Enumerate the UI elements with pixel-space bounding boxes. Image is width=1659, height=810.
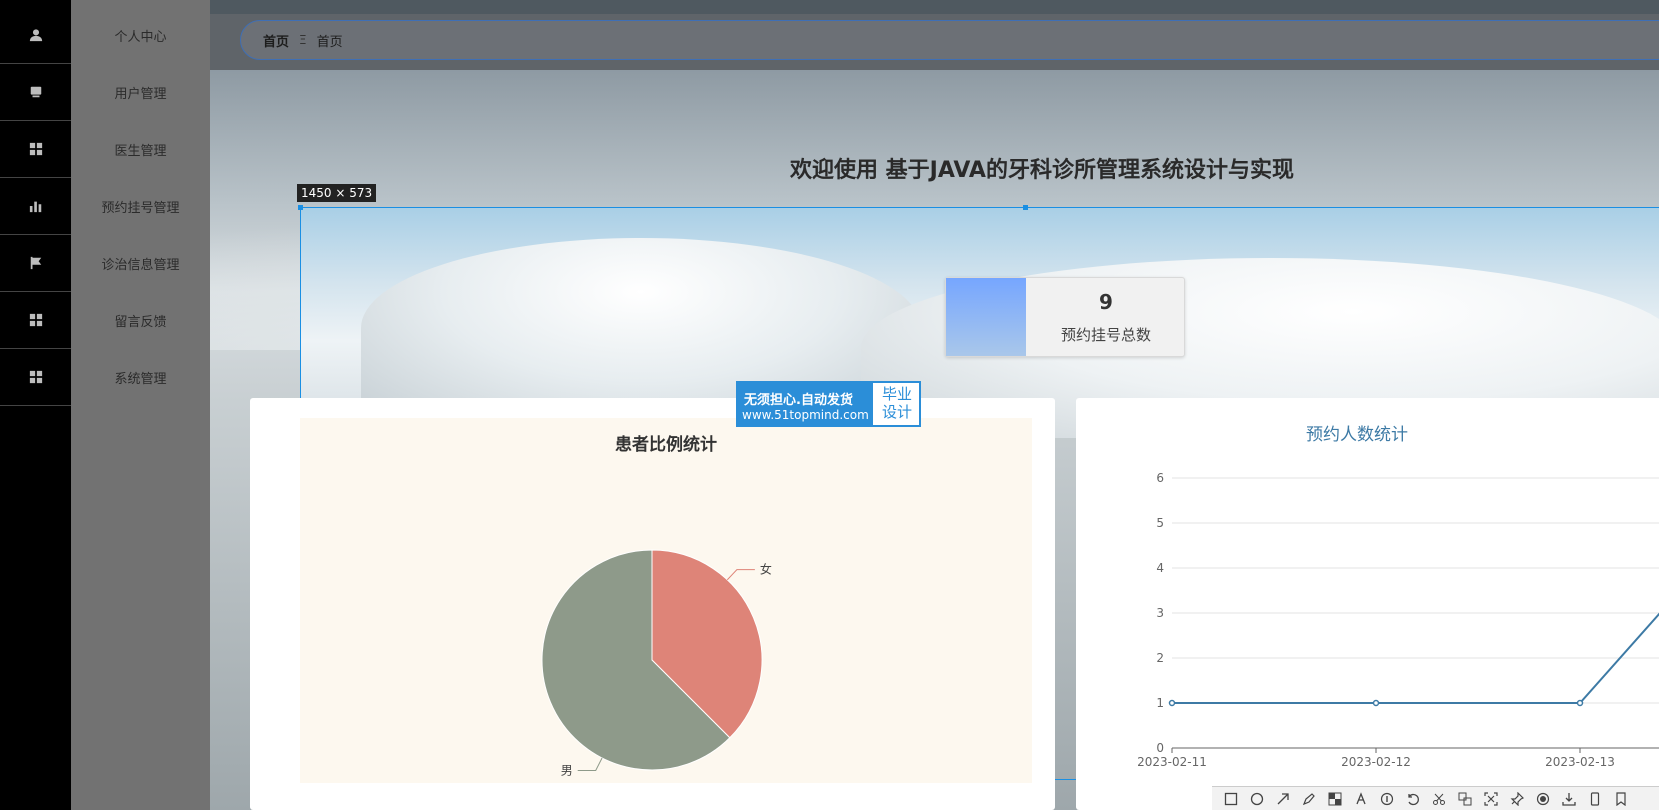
sidebar-item-diagnosis[interactable]: 诊治信息管理	[71, 235, 210, 292]
stat-swatch	[946, 278, 1026, 356]
download-icon	[1561, 792, 1576, 806]
arrow-tool-button[interactable]	[1274, 790, 1291, 807]
scan-icon	[1483, 791, 1498, 806]
watermark-right: 毕业 设计	[875, 385, 919, 421]
mosaic-icon	[1328, 792, 1341, 805]
grid-icon	[29, 370, 42, 384]
phone-icon	[1590, 791, 1599, 806]
scissors-icon	[1432, 793, 1445, 805]
grid-icon	[29, 142, 42, 156]
ellipse-tool-button[interactable]	[1248, 790, 1265, 807]
scissors-button[interactable]	[1430, 790, 1447, 807]
sidebar-item-doctors[interactable]: 医生管理	[71, 121, 210, 178]
pie-slice-label: 男	[561, 763, 573, 777]
icon-rail	[0, 0, 71, 810]
pin-icon	[1510, 791, 1524, 806]
breadcrumb: 首页 Ξ 首页	[240, 20, 1659, 60]
mosaic-tool-button[interactable]	[1326, 790, 1343, 807]
watermark-line1: 无须担心.自动发货	[744, 393, 853, 408]
bookmark-icon	[1615, 791, 1626, 806]
screenshot-toolbar	[1212, 786, 1659, 810]
y-tick-label: 1	[1156, 696, 1164, 710]
rectangle-icon	[1224, 792, 1237, 805]
breadcrumb-separator: Ξ	[299, 33, 307, 47]
stat-card-appointments: 9 预约挂号总数	[945, 277, 1185, 357]
card-icon	[30, 86, 41, 98]
x-tick-label: 2023-02-12	[1341, 755, 1411, 769]
pie-panel: 患者比例统计 女男	[250, 398, 1055, 810]
data-point[interactable]	[1168, 699, 1176, 707]
rail-appointments[interactable]	[0, 178, 71, 235]
rect-tool-button[interactable]	[1222, 790, 1239, 807]
breadcrumb-current: 首页	[316, 34, 343, 50]
pen-tool-button[interactable]	[1300, 790, 1317, 807]
number-icon	[1380, 792, 1393, 805]
pie-chart: 女男	[541, 549, 772, 777]
pie-label-line	[726, 569, 755, 581]
pin-button[interactable]	[1508, 790, 1525, 807]
y-tick-label: 5	[1156, 516, 1164, 530]
y-tick-label: 0	[1156, 741, 1164, 755]
sidebar-item-users[interactable]: 用户管理	[71, 64, 210, 121]
rail-users[interactable]	[0, 64, 71, 121]
watermark-line2: www.51topmind.com	[742, 408, 869, 422]
watermark-badge: 无须担心.自动发货 www.51topmind.com 毕业 设计	[736, 381, 921, 427]
pie-chart-area: 患者比例统计 女男	[300, 418, 1032, 783]
selection-handle-tl[interactable]	[298, 205, 303, 210]
flag-icon	[30, 256, 41, 270]
undo-icon	[1407, 793, 1419, 805]
record-button[interactable]	[1534, 790, 1551, 807]
sidebar-item-appointments[interactable]: 预约挂号管理	[71, 178, 210, 235]
y-tick-label: 3	[1156, 606, 1164, 620]
text-tool-button[interactable]	[1352, 790, 1369, 807]
person-icon	[29, 29, 42, 42]
breadcrumb-home[interactable]: 首页	[263, 31, 289, 50]
phone-button[interactable]	[1586, 790, 1603, 807]
sidebar-item-feedback[interactable]: 留言反馈	[71, 292, 210, 349]
translate-button[interactable]	[1456, 790, 1473, 807]
rail-system[interactable]	[0, 349, 71, 406]
grid-icon	[29, 313, 42, 327]
scan-button[interactable]	[1482, 790, 1499, 807]
sidebar-menu: 个人中心 用户管理 医生管理 预约挂号管理 诊治信息管理 留言反馈 系统管理	[71, 0, 210, 810]
data-point[interactable]	[1576, 699, 1584, 707]
rail-person[interactable]	[0, 7, 71, 64]
translate-icon	[1458, 792, 1471, 805]
sidebar-item-system[interactable]: 系统管理	[71, 349, 210, 406]
y-tick-label: 6	[1156, 471, 1164, 485]
number-tool-button[interactable]	[1378, 790, 1395, 807]
watermark-right2: 设计	[881, 403, 912, 421]
watermark-right1: 毕业	[881, 385, 912, 403]
y-tick-label: 2	[1156, 651, 1164, 665]
stat-value: 9	[1099, 290, 1113, 314]
sidebar-item-profile[interactable]: 个人中心	[71, 7, 210, 64]
selection-handle-tm[interactable]	[1023, 205, 1028, 210]
rail-diagnosis[interactable]	[0, 235, 71, 292]
stat-label: 预约挂号总数	[1060, 326, 1151, 344]
pie-label-line	[577, 757, 603, 771]
line-panel: 预约人数统计 0 1 2 3 4 5 6 2023-02-11 2023-02-12 2023-0…	[1076, 398, 1659, 810]
watermark-left: 无须担心.自动发货 www.51topmind.com	[738, 383, 873, 425]
rail-doctors[interactable]	[0, 121, 71, 178]
line-chart: 0 1 2 3 4 5 6 2023-02-11 2023-02-12 2023-02-13	[1137, 471, 1659, 769]
ellipse-icon	[1250, 792, 1263, 805]
data-point[interactable]	[1372, 699, 1380, 707]
bookmark-button[interactable]	[1612, 790, 1629, 807]
text-icon	[1355, 791, 1366, 804]
x-tick-label: 2023-02-13	[1545, 755, 1615, 769]
undo-button[interactable]	[1404, 790, 1421, 807]
record-icon	[1536, 792, 1549, 805]
pie-slice-label: 女	[760, 562, 772, 577]
x-tick-label: 2023-02-11	[1137, 755, 1207, 769]
selection-size-label: 1450 × 573	[297, 184, 377, 202]
rail-feedback[interactable]	[0, 292, 71, 349]
bar-chart-icon	[29, 201, 41, 213]
arrow-icon	[1277, 792, 1289, 804]
download-button[interactable]	[1560, 790, 1577, 807]
y-tick-label: 4	[1156, 561, 1164, 575]
pen-icon	[1302, 792, 1315, 805]
page-title: 欢迎使用 基于JAVA的牙科诊所管理系统设计与实现	[790, 158, 1294, 183]
